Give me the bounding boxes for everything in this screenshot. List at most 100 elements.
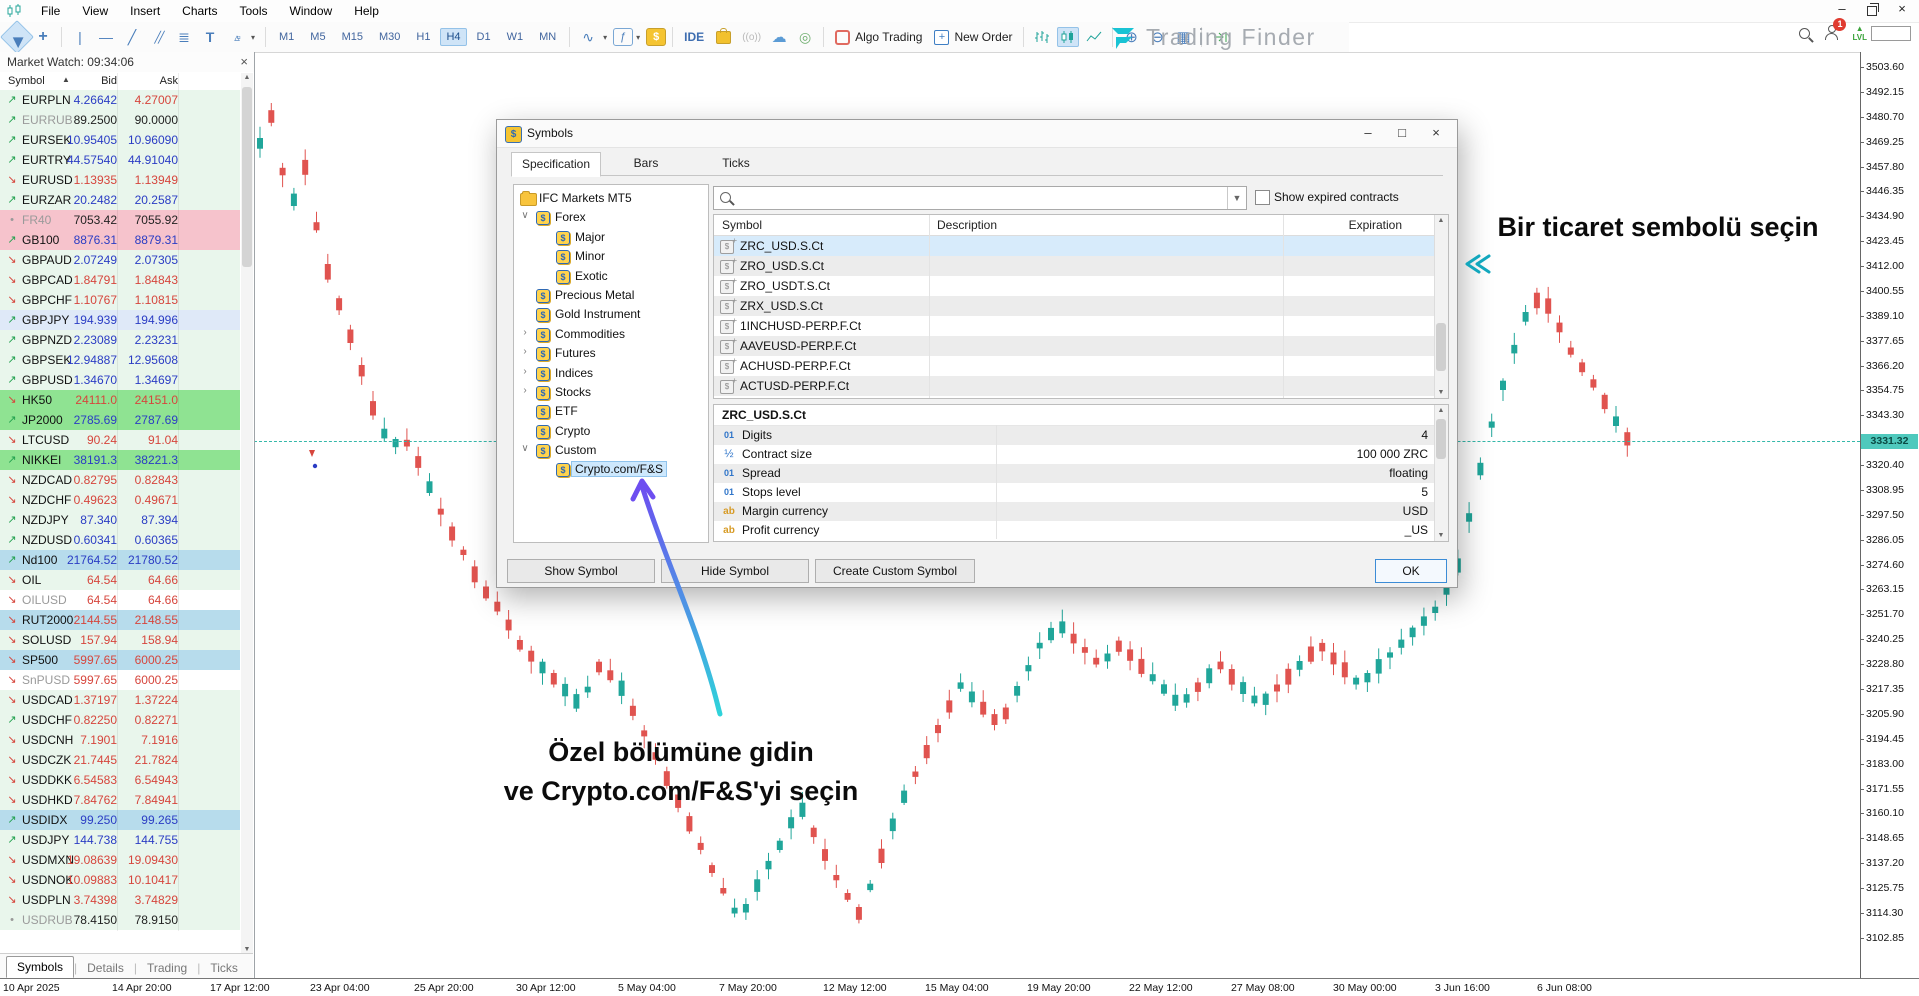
minimize-icon[interactable]: – — [1827, 0, 1857, 20]
scrollbar-thumb[interactable] — [1436, 419, 1446, 459]
market-watch-row-gbpsek[interactable]: ↗GBPSEK12.9488712.95608 — [0, 350, 240, 370]
symbols-dialog-icon[interactable]: $ — [646, 28, 666, 46]
line-studies-icon[interactable]: ∿ — [576, 25, 600, 49]
close-icon[interactable]: × — [1887, 0, 1917, 20]
bars-style-icon[interactable] — [1031, 27, 1053, 47]
market-watch-row-oil[interactable]: ↘OIL64.5464.66 — [0, 570, 240, 590]
tree-item-commodities[interactable]: ›$Commodities — [514, 325, 708, 344]
tree-item-stocks[interactable]: ›$Stocks — [514, 383, 708, 402]
market-watch-row-usdhkd[interactable]: ↘USDHKD7.847627.84941 — [0, 790, 240, 810]
market-watch-row-fr40[interactable]: •FR407053.427055.92 — [0, 210, 240, 230]
vertical-line-icon[interactable]: | — [68, 25, 92, 49]
symbol-row-zro_usd.s.ct[interactable]: $ZRO_USD.S.Ct — [714, 256, 1448, 276]
market-watch-row-usdrub[interactable]: •USDRUB78.415078.9150 — [0, 910, 240, 930]
market-watch-row-sp500[interactable]: ↘SP5005997.656000.25 — [0, 650, 240, 670]
tree-item-forex[interactable]: ∨$Forex — [514, 208, 708, 227]
market-watch-row-usdczk[interactable]: ↘USDCZK21.744521.7824 — [0, 750, 240, 770]
market-watch-row-eurusd[interactable]: ↘EURUSD1.139351.13949 — [0, 170, 240, 190]
market-watch-row-eurpln[interactable]: ↗EURPLN4.266424.27007 — [0, 90, 240, 110]
scroll-down-icon[interactable]: ▼ — [1435, 389, 1447, 396]
scrollbar-thumb[interactable] — [1436, 323, 1446, 371]
maximize-icon[interactable]: □ — [1385, 123, 1419, 144]
dialog-tab-specification[interactable]: Specification — [511, 152, 601, 177]
menu-item-file[interactable]: File — [30, 0, 71, 22]
ok-button[interactable]: OK — [1375, 559, 1447, 583]
market-watch-row-usdmxn[interactable]: ↘USDMXN19.0863919.09430 — [0, 850, 240, 870]
market-watch-row-eursek[interactable]: ↗EURSEK10.9540510.96090 — [0, 130, 240, 150]
symbol-list-scrollbar[interactable]: ▲ ▼ — [1434, 215, 1448, 398]
tab-symbols[interactable]: Symbols — [6, 956, 74, 978]
close-icon[interactable]: × — [1419, 123, 1453, 144]
symbol-row-zro_usdt.s.ct[interactable]: $ZRO_USDT.S.Ct — [714, 276, 1448, 296]
market-watch-row-eurzar[interactable]: ↗EURZAR20.248220.2587 — [0, 190, 240, 210]
restore-icon[interactable] — [1857, 0, 1887, 20]
chevron-down-icon[interactable]: ∨ — [520, 210, 530, 221]
tree-item-exotic[interactable]: $Exotic — [514, 267, 708, 286]
market-watch-row-eurrub[interactable]: ↗EURRUB89.250090.0000 — [0, 110, 240, 130]
tree-item-crypto[interactable]: $Crypto — [514, 422, 708, 441]
indicators-icon[interactable]: ƒ — [613, 28, 633, 46]
vps-cloud-icon[interactable]: ☁ — [767, 25, 791, 49]
channel-icon[interactable]: ╱╱ — [146, 25, 170, 49]
market-watch-row-usddkk[interactable]: ↘USDDKK6.545836.54943 — [0, 770, 240, 790]
symbol-row-aaveusd-perp.f.ct[interactable]: $AAVEUSD-PERP.F.Ct — [714, 336, 1448, 356]
scroll-up-icon[interactable]: ▲ — [1435, 217, 1447, 224]
market-watch-row-nzdcad[interactable]: ↘NZDCAD0.827950.82843 — [0, 470, 240, 490]
fibonacci-icon[interactable]: ≣ — [172, 25, 196, 49]
tree-item-minor[interactable]: $Minor — [514, 247, 708, 266]
market-watch-scrollbar[interactable]: ▲ ▼ — [241, 73, 253, 954]
chevron-down-icon[interactable]: ∨ — [520, 443, 530, 454]
market-watch-row-nzdchf[interactable]: ↘NZDCHF0.496230.49671 — [0, 490, 240, 510]
candles-style-icon[interactable] — [1057, 27, 1079, 47]
chevron-right-icon[interactable]: › — [520, 366, 530, 377]
market-watch-header[interactable]: Symbol ▲ Bid Ask — [0, 73, 240, 91]
scroll-up-icon[interactable]: ▲ — [241, 74, 253, 81]
market-watch-row-gb100[interactable]: ↗GB1008876.318879.31 — [0, 230, 240, 250]
tree-item-ifc-markets-mt5[interactable]: IFC Markets MT5 — [514, 189, 708, 208]
chevron-right-icon[interactable]: › — [520, 346, 530, 357]
market-watch-row-gbpaud[interactable]: ↘GBPAUD2.072492.07305 — [0, 250, 240, 270]
menu-item-tools[interactable]: Tools — [229, 0, 279, 22]
show-expired-checkbox[interactable] — [1255, 190, 1270, 205]
market-watch-row-usdcnh[interactable]: ↘USDCNH7.19017.1916 — [0, 730, 240, 750]
trendline-icon[interactable]: ╱ — [120, 25, 144, 49]
market-watch-row-usdpln[interactable]: ↘USDPLN3.743983.74829 — [0, 890, 240, 910]
scrollbar-thumb[interactable] — [242, 87, 252, 267]
timeframe-m5[interactable]: M5 — [304, 28, 331, 46]
new-order-button[interactable]: +New Order — [934, 30, 1012, 45]
timeframe-h1[interactable]: H1 — [410, 28, 436, 46]
minimize-icon[interactable]: – — [1351, 123, 1385, 144]
chevron-down-icon[interactable]: ▼ — [1227, 187, 1246, 209]
search-icon[interactable] — [1799, 28, 1810, 39]
market-watch-row-oilusd[interactable]: ↘OILUSD64.5464.66 — [0, 590, 240, 610]
symbol-row-zrx_usd.s.ct[interactable]: $ZRX_USD.S.Ct — [714, 296, 1448, 316]
market-watch-row-solusd[interactable]: ↘SOLUSD157.94158.94 — [0, 630, 240, 650]
user-account[interactable]: 1 — [1824, 25, 1838, 42]
signals-icon[interactable]: ((o)) — [737, 32, 766, 43]
market-watch-row-gbpjpy[interactable]: ↗GBPJPY194.939194.996 — [0, 310, 240, 330]
market-watch-row-gbpchf[interactable]: ↘GBPCHF1.107671.10815 — [0, 290, 240, 310]
create-custom-symbol-button[interactable]: Create Custom Symbol — [815, 559, 975, 583]
close-icon[interactable]: × — [240, 54, 248, 69]
time-axis[interactable]: 10 Apr 202514 Apr 20:0017 Apr 12:0023 Ap… — [0, 978, 1919, 996]
menu-item-insert[interactable]: Insert — [119, 0, 171, 22]
line-style-icon[interactable] — [1083, 27, 1105, 47]
cursor-tool-icon[interactable]: ▶ — [0, 20, 34, 54]
scroll-down-icon[interactable]: ▼ — [241, 946, 253, 953]
tree-item-etf[interactable]: $ETF — [514, 402, 708, 421]
market-watch-row-jp2000[interactable]: ↗JP20002785.692787.69 — [0, 410, 240, 430]
market-watch-row-gbpnzd[interactable]: ↗GBPNZD2.230892.23231 — [0, 330, 240, 350]
chevron-down-icon[interactable]: ▾ — [632, 25, 644, 49]
symbol-row-achusd-perp.f.ct[interactable]: $ACHUSD-PERP.F.Ct — [714, 356, 1448, 376]
timeframe-w1[interactable]: W1 — [501, 28, 530, 46]
market-watch-row-gbpusd[interactable]: ↗GBPUSD1.346701.34697 — [0, 370, 240, 390]
price-axis[interactable]: 3503.603492.153480.703469.253457.803446.… — [1860, 52, 1919, 978]
market-watch-row-usdidx[interactable]: ↗USDIDX99.25099.265 — [0, 810, 240, 830]
chevron-right-icon[interactable]: › — [520, 385, 530, 396]
market-watch-row-usdjpy[interactable]: ↗USDJPY144.738144.755 — [0, 830, 240, 850]
tree-item-precious-metal[interactable]: $Precious Metal — [514, 286, 708, 305]
market-watch-row-nikkei[interactable]: ↗NIKKEI38191.338221.3 — [0, 450, 240, 470]
dialog-tab-ticks[interactable]: Ticks — [691, 151, 781, 176]
shapes-icon[interactable]: ▵▫ — [224, 25, 248, 49]
tab-details[interactable]: Details — [77, 958, 134, 978]
